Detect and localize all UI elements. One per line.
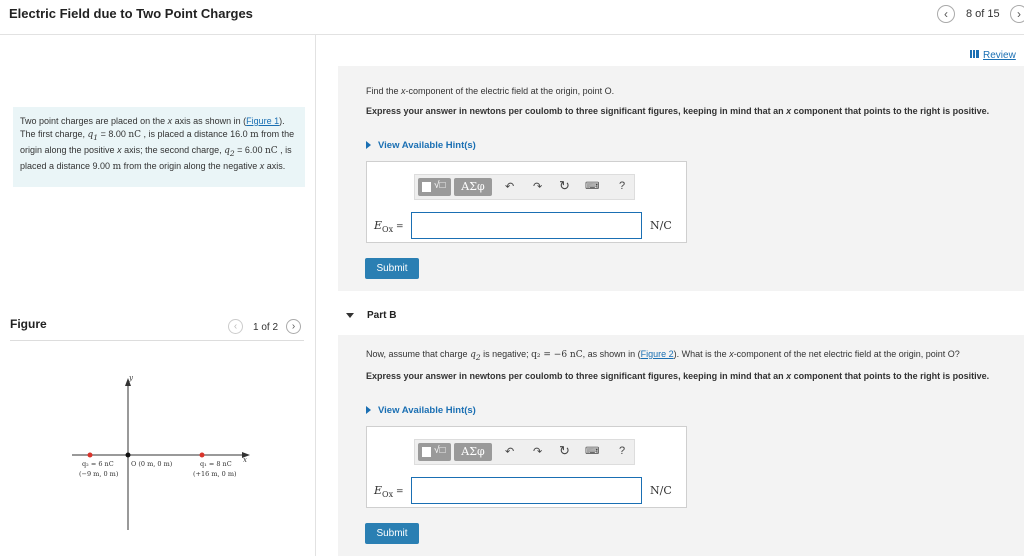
symbols-button[interactable]: ΑΣφ [454, 443, 492, 461]
review-link[interactable]: Review [970, 50, 1016, 61]
q1-position: (+16 m, 0 m) [193, 470, 237, 478]
undo-icon[interactable]: ↶ [505, 180, 514, 193]
part-b-math-toolbar: √□ ΑΣφ ↶ ↷ ↻ ⌨ ? [414, 439, 635, 465]
part-a-eq-label: EOx = [374, 219, 404, 235]
reset-icon[interactable]: ↻ [559, 178, 570, 194]
part-b-submit-button[interactable]: Submit [365, 523, 419, 544]
problem-pager: 8 of 15 [966, 8, 1000, 20]
help-button[interactable]: ? [619, 445, 625, 457]
header-bar: Electric Field due to Two Point Charges … [0, 0, 1024, 35]
part-b-label: Part B [367, 310, 397, 321]
help-button[interactable]: ? [619, 180, 625, 192]
template-button[interactable]: √□ [418, 178, 451, 196]
chevron-right-icon: › [291, 321, 296, 332]
problem-intro: Two point charges are placed on the x ax… [13, 107, 305, 187]
sqrt-icon: √□ [434, 445, 446, 456]
figure-pager: 1 of 2 [253, 322, 279, 333]
part-b-hint-link[interactable]: View Available Hint(s) [366, 405, 476, 416]
part-b-eq-label: EOx = [374, 484, 404, 500]
x-axis-label: x [243, 456, 247, 464]
charge-diagram: y x q₂ = 6 nC (−9 m, 0 m) O (0 m, 0 m) q… [72, 374, 250, 530]
part-a-unit: N/C [650, 219, 672, 232]
chevron-left-icon: ‹ [233, 321, 238, 332]
y-axis-label: y [128, 374, 134, 382]
column-divider [315, 35, 316, 556]
part-a-math-toolbar: √□ ΑΣφ ↶ ↷ ↻ ⌨ ? [414, 174, 635, 200]
figure-2-link[interactable]: Figure 2 [641, 349, 674, 359]
part-a-hint-link[interactable]: View Available Hint(s) [366, 140, 476, 151]
q2-position: (−9 m, 0 m) [79, 470, 119, 478]
sqrt-icon: √□ [434, 180, 446, 191]
figure-divider [10, 340, 304, 341]
q1-label: q₁ = 8 nC [200, 460, 232, 468]
charge-q2-dot [87, 452, 93, 458]
part-a-question: Find the x-component of the electric fie… [366, 86, 615, 96]
redo-icon[interactable]: ↷ [533, 180, 542, 193]
caret-right-icon [366, 406, 371, 414]
figure-1-link[interactable]: Figure 1 [246, 116, 279, 126]
origin-dot [125, 452, 131, 458]
part-a-submit-button[interactable]: Submit [365, 258, 419, 279]
next-problem-button[interactable]: › [1010, 5, 1024, 23]
part-a-instructions: Express your answer in newtons per coulo… [366, 106, 990, 116]
reset-icon[interactable]: ↻ [559, 443, 570, 459]
part-b-unit: N/C [650, 484, 672, 497]
undo-icon[interactable]: ↶ [505, 445, 514, 458]
figure-prev-button[interactable]: ‹ [228, 319, 243, 334]
template-button[interactable]: √□ [418, 443, 451, 461]
keyboard-icon[interactable]: ⌨ [585, 181, 599, 192]
chevron-left-icon: ‹ [944, 7, 948, 21]
page-title: Electric Field due to Two Point Charges [9, 6, 253, 21]
fraction-sqrt-icon [422, 182, 431, 192]
caret-right-icon [366, 141, 371, 149]
part-b-instructions: Express your answer in newtons per coulo… [366, 371, 990, 381]
charge-q1-dot [199, 452, 205, 458]
keyboard-icon[interactable]: ⌨ [585, 446, 599, 457]
chevron-right-icon: › [1017, 7, 1021, 21]
fraction-sqrt-icon [422, 447, 431, 457]
review-icon [970, 50, 979, 58]
symbols-button[interactable]: ΑΣφ [454, 178, 492, 196]
prev-problem-button[interactable]: ‹ [937, 5, 955, 23]
collapse-caret-icon[interactable] [346, 313, 354, 318]
redo-icon[interactable]: ↷ [533, 445, 542, 458]
origin-label: O (0 m, 0 m) [131, 460, 173, 468]
part-a-answer-input[interactable] [411, 212, 642, 239]
figure-next-button[interactable]: › [286, 319, 301, 334]
q2-label: q₂ = 6 nC [82, 460, 114, 468]
part-b-answer-input[interactable] [411, 477, 642, 504]
figure-heading: Figure [10, 317, 47, 331]
part-b-question: Now, assume that charge q2 is negative; … [366, 349, 960, 362]
